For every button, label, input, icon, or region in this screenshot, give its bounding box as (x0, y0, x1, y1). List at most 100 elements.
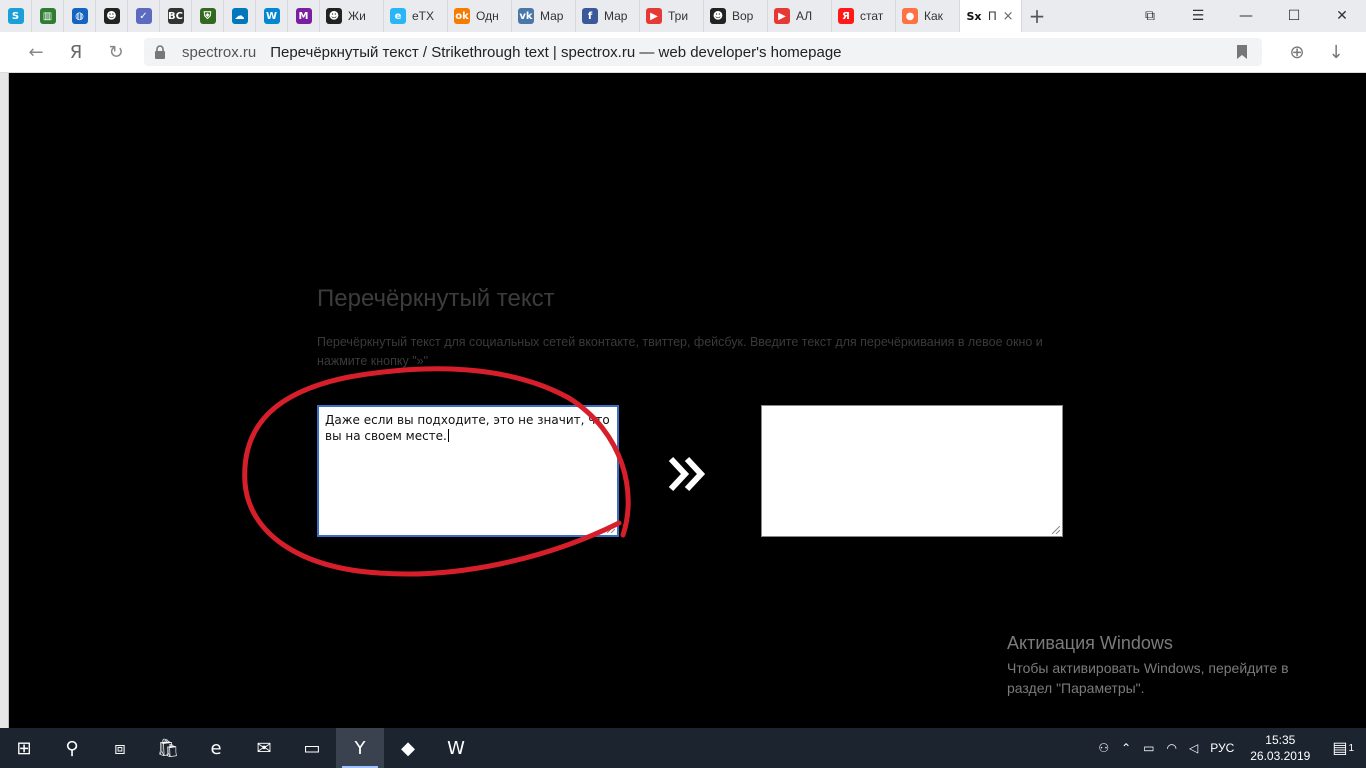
battery-icon[interactable]: ▭ (1137, 728, 1160, 768)
pinned-tab[interactable]: ☁ (224, 0, 256, 32)
tab-label: Три (668, 9, 689, 23)
taskbar-apps: ⊞ ⚲ ⧈ 🛍 e ✉ ▭ Y ◆ W (0, 728, 480, 768)
source-text-input[interactable]: Даже если вы подходите, это не значит, ч… (317, 405, 619, 537)
start-button[interactable]: ⊞ (0, 728, 48, 768)
browser-tab[interactable]: vk Мар (512, 0, 576, 32)
url-field[interactable]: spectrox.ru Перечёркнутый текст / Strike… (144, 38, 1262, 66)
volume-icon[interactable]: ◁ (1183, 728, 1204, 768)
task-view-button[interactable]: ⧈ (96, 728, 144, 768)
maximize-button[interactable]: ☐ (1270, 0, 1318, 32)
activation-text: Чтобы активировать Windows, перейдите в … (1007, 660, 1289, 696)
text-cursor (447, 429, 449, 442)
pinned-tab[interactable]: S (0, 0, 32, 32)
w-icon: W (263, 8, 280, 24)
tab-manager-icon[interactable]: ⧉ (1126, 0, 1174, 32)
yandex-home-button[interactable]: Я (64, 40, 88, 64)
browser-tab[interactable]: ☻ Жи (320, 0, 384, 32)
store-button[interactable]: 🛍 (144, 728, 192, 768)
vk-icon: vk (518, 8, 534, 24)
close-window-button[interactable]: ✕ (1318, 0, 1366, 32)
browser-tab[interactable]: ok Одн (448, 0, 512, 32)
sx-icon: Sx (966, 8, 982, 24)
mail-button[interactable]: ✉ (240, 728, 288, 768)
yandex-icon: Я (838, 8, 854, 24)
new-tab-button[interactable]: + (1022, 0, 1052, 32)
window-controls: ⧉ ☰ — ☐ ✕ (1126, 0, 1366, 32)
tab-bar: S ▥ ◍ ☻ ✓ BC ⛨ ☁ W M ☻ Жи e eTX ok Одн vk Мар f Мар ▶ Три ☻ Вор… (0, 0, 1366, 33)
tab-label: Жи (348, 9, 366, 23)
tab-label: Мар (604, 9, 628, 23)
tab-label: Мар (540, 9, 564, 23)
clock-date: 26.03.2019 (1250, 749, 1311, 763)
notifications-icon[interactable]: ▤ 1 (1320, 728, 1366, 768)
bookmark-icon[interactable] (1236, 45, 1248, 59)
chevron-up-icon[interactable]: ⌃ (1115, 728, 1137, 768)
active-tab[interactable]: Sx П × (960, 0, 1022, 32)
edge-button[interactable]: e (192, 728, 240, 768)
url-domain: spectrox.ru (182, 43, 257, 61)
tab-label: Вор (732, 9, 754, 23)
pinned-tab[interactable]: ◍ (64, 0, 96, 32)
youtube-icon: ▶ (774, 8, 790, 24)
pinned-tab[interactable]: M (288, 0, 320, 32)
yandex-browser-button[interactable]: Y (336, 728, 384, 768)
windows-activation-watermark: Активация Windows Чтобы активировать Win… (1007, 633, 1327, 698)
pinned-tab[interactable]: ▥ (32, 0, 64, 32)
side-edge (0, 73, 9, 728)
paint-button[interactable]: ◆ (384, 728, 432, 768)
tab-label: П (988, 9, 997, 23)
back-button[interactable]: ← (24, 40, 48, 64)
tab-strip: S ▥ ◍ ☻ ✓ BC ⛨ ☁ W M ☻ Жи e eTX ok Одн vk Мар f Мар ▶ Три ☻ Вор… (0, 0, 1022, 32)
browser-tab[interactable]: ▶ Три (640, 0, 704, 32)
tab-label: АЛ (796, 9, 813, 23)
page-heading: Перечёркнутый текст (317, 285, 555, 312)
check-icon: ✓ (135, 8, 152, 24)
browser-tab[interactable]: f Мар (576, 0, 640, 32)
browser-tab[interactable]: ▶ АЛ (768, 0, 832, 32)
source-text: Даже если вы подходите, это не значит, ч… (325, 413, 610, 443)
page-description: Перечёркнутый текст для социальных сетей… (317, 335, 1043, 368)
notification-count: 1 (1348, 742, 1354, 754)
m-icon: M (295, 8, 312, 24)
minimize-button[interactable]: — (1222, 0, 1270, 32)
globe-icon[interactable]: ⊕ (1285, 40, 1309, 64)
red-highlight-circle (242, 366, 631, 577)
clock[interactable]: 15:35 26.03.2019 (1240, 732, 1320, 764)
explorer-button[interactable]: ▭ (288, 728, 336, 768)
wifi-icon[interactable]: ◠ (1161, 728, 1183, 768)
system-tray: ⚇ ⌃ ▭ ◠ ◁ РУС 15:35 26.03.2019 ▤ 1 (1092, 728, 1366, 768)
menu-button[interactable]: ☰ (1174, 0, 1222, 32)
facebook-icon: f (582, 8, 598, 24)
pinned-tab[interactable]: ⛨ (192, 0, 224, 32)
shield-icon: ⛨ (199, 8, 216, 24)
browser-tab[interactable]: ● Как (896, 0, 960, 32)
tab-label: стат (860, 9, 884, 23)
search-button[interactable]: ⚲ (48, 728, 96, 768)
browser-tab[interactable]: ☻ Вор (704, 0, 768, 32)
youtube-icon: ▶ (646, 8, 662, 24)
orange-icon: ● (902, 8, 918, 24)
web-page: Перечёркнутый текст Перечёркнутый текст … (9, 73, 1365, 728)
pinned-tab[interactable]: ✓ (128, 0, 160, 32)
resize-grip-icon[interactable] (607, 525, 615, 533)
tab-label: Как (924, 9, 943, 23)
pinned-tab[interactable]: ☻ (96, 0, 128, 32)
language-indicator[interactable]: РУС (1204, 728, 1240, 768)
pinned-tab[interactable]: BC (160, 0, 192, 32)
reload-button[interactable]: ↻ (104, 40, 128, 64)
face-icon: ☻ (326, 8, 342, 24)
browser-tab[interactable]: Ястат (832, 0, 896, 32)
word-button[interactable]: W (432, 728, 480, 768)
weather-icon: ☁ (231, 8, 248, 24)
bc-icon: BC (167, 8, 184, 24)
result-text-output[interactable] (761, 405, 1063, 537)
pinned-tab[interactable]: W (256, 0, 288, 32)
close-tab-icon[interactable]: × (1003, 9, 1014, 24)
download-icon[interactable]: ↓ (1324, 40, 1348, 64)
browser-tab[interactable]: e eTX (384, 0, 448, 32)
people-icon[interactable]: ⚇ (1092, 728, 1115, 768)
resize-grip-icon[interactable] (1052, 526, 1060, 534)
ok-icon: ok (454, 8, 470, 24)
activation-title: Активация Windows (1007, 633, 1173, 653)
convert-button[interactable] (665, 455, 711, 493)
